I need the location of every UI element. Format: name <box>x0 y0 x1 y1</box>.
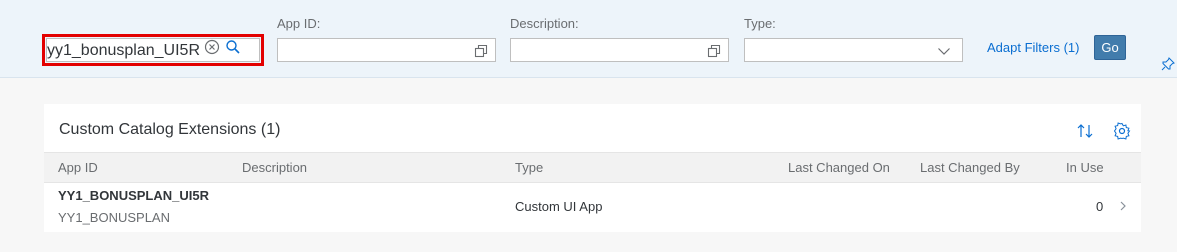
row-app-id-sub: YY1_BONUSPLAN <box>58 210 170 225</box>
table-header: App ID Description Type Last Changed On … <box>44 152 1141 183</box>
value-help-icon[interactable] <box>706 43 722 59</box>
app-id-input[interactable] <box>277 38 496 62</box>
sort-icon[interactable] <box>1076 122 1094 140</box>
value-help-icon[interactable] <box>473 43 489 59</box>
column-header-app-id[interactable]: App ID <box>58 160 98 175</box>
column-header-last-changed-by[interactable]: Last Changed By <box>920 160 1020 175</box>
gear-icon[interactable] <box>1113 122 1131 140</box>
adapt-filters-link[interactable]: Adapt Filters (1) <box>987 40 1079 55</box>
row-app-id: YY1_BONUSPLAN_UI5R <box>58 188 209 203</box>
search-icon[interactable] <box>225 40 241 59</box>
column-header-description[interactable]: Description <box>242 160 307 175</box>
clear-circle-icon[interactable] <box>204 39 224 59</box>
column-header-in-use[interactable]: In Use <box>1066 160 1104 175</box>
type-select[interactable] <box>744 38 963 62</box>
description-label: Description: <box>510 16 579 31</box>
go-button[interactable]: Go <box>1094 35 1126 60</box>
table-row[interactable]: YY1_BONUSPLAN_UI5R YY1_BONUSPLAN Custom … <box>44 183 1141 232</box>
row-type: Custom UI App <box>515 199 603 214</box>
custom-catalog-extensions-table: Custom Catalog Extensions (1) App ID Des… <box>44 104 1141 232</box>
column-header-last-changed-on[interactable]: Last Changed On <box>788 160 890 175</box>
type-label: Type: <box>744 16 776 31</box>
table-title: Custom Catalog Extensions (1) <box>59 121 281 138</box>
filter-bar: yy1_bonusplan_UI5R App ID: Description: … <box>0 0 1177 78</box>
chevron-right-icon[interactable] <box>1117 199 1129 213</box>
description-input[interactable] <box>510 38 729 62</box>
search-input-value: yy1_bonusplan_UI5R <box>47 42 200 59</box>
search-highlight: yy1_bonusplan_UI5R <box>42 34 264 66</box>
column-header-type[interactable]: Type <box>515 160 543 175</box>
pin-icon[interactable] <box>1160 56 1176 72</box>
search-input[interactable]: yy1_bonusplan_UI5R <box>46 38 260 62</box>
app-id-label: App ID: <box>277 16 321 31</box>
chevron-down-icon[interactable] <box>936 43 952 59</box>
row-in-use: 0 <box>1096 199 1104 214</box>
